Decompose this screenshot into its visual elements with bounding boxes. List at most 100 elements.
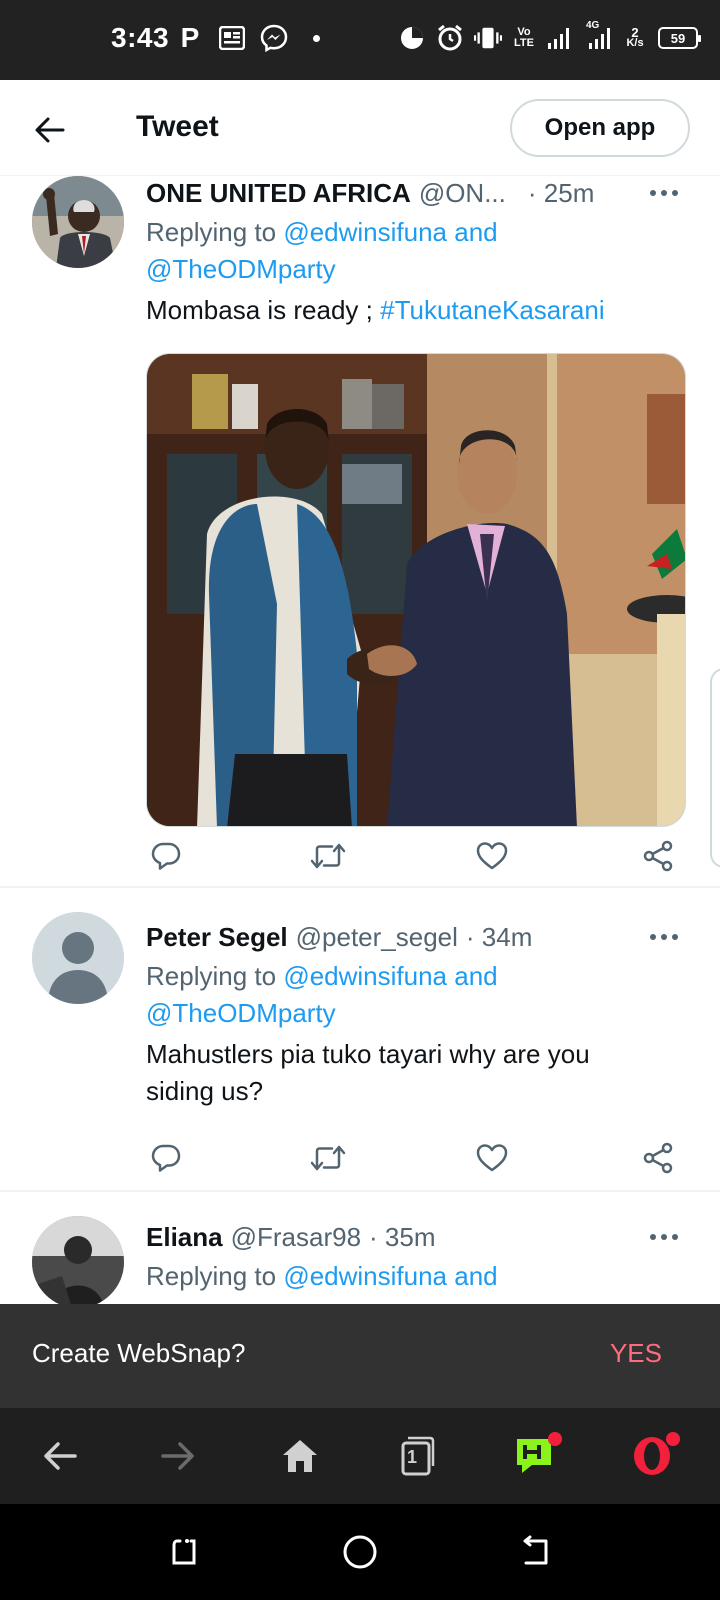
mention-link[interactable]: @edwinsifuna and <box>283 217 497 247</box>
top-app-bar: Tweet Open app <box>0 80 720 176</box>
tweet-actions <box>146 1138 686 1178</box>
replying-to: Replying to @edwinsifuna and <box>146 1258 684 1295</box>
tweet-time[interactable]: · 34m <box>466 922 532 953</box>
author-name[interactable]: Eliana <box>146 1222 223 1253</box>
tab-count: 1 <box>407 1447 418 1467</box>
recents-icon <box>172 1539 196 1565</box>
status-time: 3:43 <box>111 22 170 53</box>
battery-indicator: 59 <box>658 27 701 49</box>
mention-link[interactable]: @TheODMparty <box>146 998 336 1028</box>
tweet-actions <box>146 836 686 876</box>
tweet-text: Mombasa is ready ; #TukutaneKasarani <box>146 292 684 329</box>
more-button[interactable] <box>644 920 684 954</box>
replying-prefix: Replying to <box>146 217 277 247</box>
hype-button[interactable] <box>510 1432 562 1480</box>
tweet-text: Mahustlers pia tuko tayari why are you s… <box>146 1036 684 1110</box>
news-icon <box>218 24 246 52</box>
tweet-body: Peter Segel @peter_segel · 34m Replying … <box>146 920 684 1110</box>
author-handle[interactable]: @peter_segel <box>296 922 458 953</box>
retweet-button[interactable] <box>308 1138 348 1178</box>
author-handle[interactable]: @Frasar98 <box>231 1222 361 1253</box>
tweet-photo[interactable] <box>146 353 686 827</box>
signal-icon <box>546 24 574 52</box>
like-button[interactable] <box>472 1138 512 1178</box>
replying-prefix: Replying to <box>146 961 277 991</box>
author-name[interactable]: ONE UNITED AFRICA <box>146 178 411 209</box>
home-icon <box>283 1440 317 1472</box>
reply-button[interactable] <box>146 836 186 876</box>
opera-menu-button[interactable] <box>628 1432 680 1480</box>
browser-back-button[interactable] <box>36 1432 84 1480</box>
retweet-icon <box>310 1145 346 1171</box>
tweet-text-line: Mahustlers pia tuko tayari why are you <box>146 1039 590 1069</box>
mention-link[interactable]: @TheODMparty <box>146 254 336 284</box>
signal-4g-icon: 4G <box>584 20 612 52</box>
more-icon <box>650 1234 678 1240</box>
tweet-body: ONE UNITED AFRICA @ON... · 25m Replying … <box>146 176 686 827</box>
mention-link[interactable]: @edwinsifuna and <box>283 961 497 991</box>
status-system-icons: Vo LTE 4G 2 K/s 59 <box>398 20 701 52</box>
default-avatar-icon <box>32 912 124 1004</box>
tweet-header: ONE UNITED AFRICA @ON... · 25m <box>146 176 684 210</box>
avatar[interactable] <box>32 176 124 268</box>
back-nav-icon <box>523 1535 548 1565</box>
tabs-button[interactable]: 1 <box>394 1432 442 1480</box>
dot-icon <box>302 24 330 52</box>
hashtag-link[interactable]: #TukutaneKasarani <box>380 295 605 325</box>
tweet-header: Eliana @Frasar98 · 35m <box>146 1220 684 1254</box>
tabs-icon <box>401 1436 435 1476</box>
home-circle-icon <box>343 1535 377 1569</box>
parking-icon: P <box>180 22 200 53</box>
like-button[interactable] <box>472 836 512 876</box>
open-app-button[interactable]: Open app <box>510 99 690 157</box>
tweet-item[interactable]: Eliana @Frasar98 · 35m Replying to @edwi… <box>0 1194 720 1304</box>
reply-feed[interactable]: ONE UNITED AFRICA @ON... · 25m Replying … <box>0 176 720 1304</box>
tweet-text-content: Mombasa is ready ; <box>146 295 373 325</box>
reply-icon <box>151 842 181 870</box>
more-button[interactable] <box>644 1220 684 1254</box>
reply-button[interactable] <box>146 1138 186 1178</box>
avatar[interactable] <box>32 912 124 1004</box>
tweet-text-line: siding us? <box>146 1076 264 1106</box>
page-title: Tweet <box>136 110 219 143</box>
mention-link[interactable]: @edwinsifuna and <box>283 1261 497 1291</box>
more-icon <box>650 190 678 196</box>
system-navigation-bar <box>0 1504 720 1600</box>
recents-button[interactable] <box>164 1532 204 1572</box>
back-nav-button[interactable] <box>516 1532 556 1572</box>
browser-toolbar: 1 <box>0 1408 720 1504</box>
retweet-button[interactable] <box>308 836 348 876</box>
more-button[interactable] <box>644 176 684 210</box>
status-bar: 3:43 P Vo LTE 4G 2 K/s 59 <box>0 0 720 80</box>
forward-arrow-icon <box>161 1442 194 1470</box>
like-icon <box>476 842 508 870</box>
share-button[interactable] <box>638 836 678 876</box>
share-icon <box>643 1142 673 1174</box>
tweet-item[interactable]: Peter Segel @peter_segel · 34m Replying … <box>0 892 720 1192</box>
tweet-body: Eliana @Frasar98 · 35m Replying to @edwi… <box>146 1220 684 1295</box>
home-button[interactable] <box>276 1432 324 1480</box>
notification-badge <box>666 1432 680 1446</box>
messenger-icon <box>260 24 288 52</box>
more-icon <box>650 934 678 940</box>
snackbar-message: Create WebSnap? <box>32 1338 246 1368</box>
data-saver-icon <box>398 24 426 52</box>
vibrate-icon <box>474 24 502 52</box>
replying-prefix: Replying to <box>146 1261 277 1291</box>
author-name[interactable]: Peter Segel <box>146 922 288 953</box>
home-nav-button[interactable] <box>340 1532 380 1572</box>
snackbar-yes-button[interactable]: YES <box>610 1338 662 1369</box>
tweet-time[interactable]: · 25m <box>528 178 594 209</box>
edge-panel-handle[interactable] <box>710 668 720 868</box>
replying-to: Replying to @edwinsifuna and @TheODMpart… <box>146 214 684 288</box>
browser-forward-button[interactable] <box>154 1432 202 1480</box>
volte-icon: Vo LTE <box>514 26 534 49</box>
tweet-item[interactable]: ONE UNITED AFRICA @ON... · 25m Replying … <box>0 176 720 888</box>
avatar[interactable] <box>32 1216 124 1304</box>
author-handle[interactable]: @ON... <box>419 178 506 209</box>
back-button[interactable] <box>28 108 72 152</box>
network-speed: 2 K/s <box>626 25 644 49</box>
tweet-time[interactable]: · 35m <box>369 1222 435 1253</box>
replying-to: Replying to @edwinsifuna and @TheODMpart… <box>146 958 684 1032</box>
share-button[interactable] <box>638 1138 678 1178</box>
